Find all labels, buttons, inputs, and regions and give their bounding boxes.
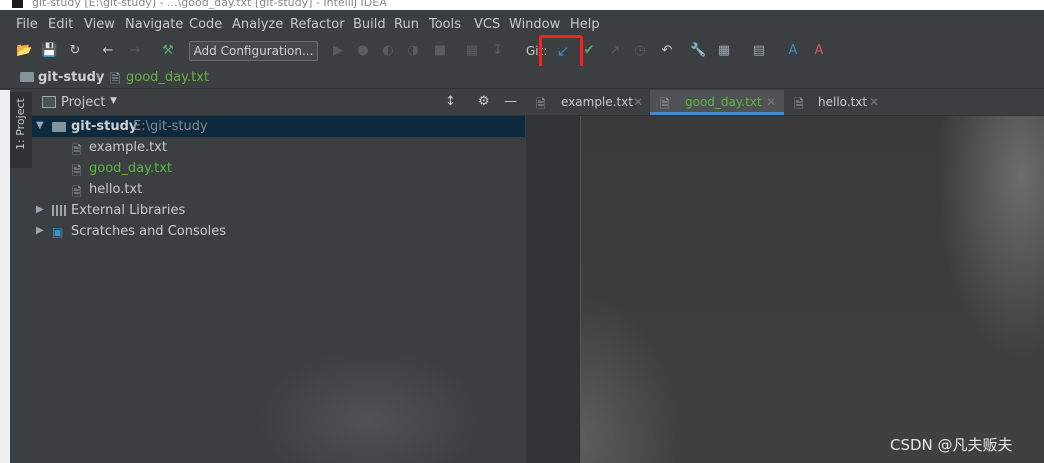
editor-tab-bar: 🗎 example.txt ✕ 🗎 good_day.txt ✕ 🗎 hello… — [526, 90, 1044, 116]
chevron-down-icon[interactable]: ▼ — [110, 96, 117, 106]
menu-tools[interactable]: Tools — [429, 17, 461, 32]
external-libraries-label: External Libraries — [71, 203, 186, 218]
close-icon[interactable]: ✕ — [766, 95, 776, 109]
main-toolbar: 📂 💾 ↻ ← → ⚒ Add Configuration... ▶ ● ◐ ◑… — [0, 35, 1044, 77]
coverage-icon[interactable]: ◐ — [380, 43, 396, 59]
gear-icon[interactable]: ⚙ — [478, 94, 490, 109]
menu-vcs[interactable]: VCS — [474, 17, 500, 32]
database-icon[interactable]: ▤ — [751, 43, 767, 59]
scratches-icon: ▣ — [52, 225, 64, 239]
breadcrumb-project[interactable]: git-study — [38, 70, 104, 85]
project-folder-icon — [20, 72, 34, 82]
editor-tab-label: hello.txt — [818, 95, 868, 109]
debug-icon[interactable]: ● — [355, 43, 371, 59]
sync-icon[interactable]: ↻ — [67, 43, 83, 59]
project-view-icon — [42, 96, 56, 108]
project-structure-icon[interactable]: ▦ — [464, 43, 480, 59]
project-structure-folder-icon[interactable]: ▦ — [716, 43, 732, 59]
tree-file-row[interactable]: 🗎 example.txt — [32, 137, 525, 158]
editor-tab-label: example.txt — [561, 95, 633, 109]
close-icon[interactable]: ✕ — [869, 95, 879, 109]
background-image-overlay — [250, 300, 510, 463]
chevron-right-icon[interactable]: ▶ — [36, 204, 44, 215]
menu-navigate[interactable]: Navigate — [125, 17, 183, 32]
editor-tab[interactable]: 🗎 hello.txt ✕ — [784, 90, 888, 115]
menu-analyze[interactable]: Analyze — [232, 17, 283, 32]
breadcrumb-file[interactable]: good_day.txt — [126, 70, 209, 85]
editor-tab[interactable]: 🗎 example.txt ✕ — [526, 90, 650, 115]
build-hammer-icon[interactable]: ⚒ — [160, 43, 176, 59]
intellij-app-icon — [12, 0, 23, 8]
navigation-breadcrumb: git-study › 🗎 good_day.txt — [0, 66, 1044, 89]
sdk-download-icon[interactable]: ↧ — [490, 43, 506, 59]
menu-help[interactable]: Help — [570, 17, 600, 32]
left-tool-strip: 1: Project — [10, 90, 33, 463]
module-folder-icon — [52, 122, 66, 132]
wrench-settings-icon[interactable]: 🔧 — [690, 43, 706, 59]
tree-root-row[interactable]: ▼ git-study E:\git-study — [32, 116, 525, 137]
tree-file-row[interactable]: 🗎 good_day.txt — [32, 158, 525, 179]
menu-run[interactable]: Run — [394, 17, 419, 32]
menu-refactor[interactable]: Refactor — [290, 17, 345, 32]
project-panel-title[interactable]: Project — [61, 95, 105, 110]
editor-tab-active[interactable]: 🗎 good_day.txt ✕ — [650, 90, 784, 115]
forward-arrow-icon[interactable]: → — [127, 43, 143, 59]
close-icon[interactable]: ✕ — [633, 95, 643, 109]
editor-area: 🗎 example.txt ✕ 🗎 good_day.txt ✕ 🗎 hello… — [526, 90, 1044, 463]
library-icon — [52, 205, 66, 216]
save-icon[interactable]: 💾 — [41, 43, 57, 59]
text-file-icon: 🗎 — [794, 97, 804, 111]
chevron-right-icon[interactable]: ▶ — [36, 225, 44, 236]
menu-window[interactable]: Window — [509, 17, 560, 32]
run-icon[interactable]: ▶ — [330, 43, 346, 59]
window-title-bar: git-study [E:\git-study] - ...\good_day.… — [0, 0, 1044, 10]
minimize-icon[interactable]: — — [504, 94, 517, 109]
translate-blue-icon[interactable]: A — [785, 43, 801, 59]
menu-code[interactable]: Code — [189, 17, 222, 32]
tree-file-label: example.txt — [89, 140, 167, 155]
tree-scratches-row[interactable]: ▶ ▣ Scratches and Consoles — [32, 221, 525, 242]
editor-gutter — [526, 116, 581, 463]
menu-bar: File Edit View Navigate Code Analyze Ref… — [0, 14, 1044, 36]
project-tool-tab-label: 1: Project — [14, 98, 27, 150]
text-file-icon: 🗎 — [110, 72, 121, 87]
open-folder-icon[interactable]: 📂 — [16, 43, 32, 59]
history-clock-icon[interactable]: ◷ — [632, 43, 648, 59]
tree-external-libraries-row[interactable]: ▶ External Libraries — [32, 200, 525, 221]
tree-file-row[interactable]: 🗎 hello.txt — [32, 179, 525, 200]
menu-edit[interactable]: Edit — [48, 17, 73, 32]
window-title: git-study [E:\git-study] - ...\good_day.… — [32, 0, 387, 9]
tree-root-name: git-study — [71, 119, 138, 134]
collapse-all-icon[interactable]: ↕ — [445, 94, 456, 109]
breadcrumb-separator: › — [96, 70, 102, 85]
menu-file[interactable]: File — [16, 17, 38, 32]
text-file-icon: 🗎 — [536, 97, 546, 111]
chevron-down-icon[interactable]: ▼ — [36, 120, 44, 131]
menu-build[interactable]: Build — [353, 17, 386, 32]
project-panel-header: Project ▼ ↕ ⚙ — — [32, 90, 525, 116]
scratches-label: Scratches and Consoles — [71, 224, 227, 239]
add-configuration-button[interactable]: Add Configuration... — [189, 41, 318, 61]
rollback-icon[interactable]: ↶ — [659, 43, 675, 59]
editor-text-area[interactable] — [581, 116, 1044, 463]
tree-root-path: E:\git-study — [133, 119, 208, 134]
menu-view[interactable]: View — [84, 17, 115, 32]
csdn-watermark: CSDN @凡夫贩夫 — [890, 436, 1013, 454]
window-edge — [0, 90, 10, 463]
editor-tab-label: good_day.txt — [685, 95, 762, 109]
text-file-icon: 🗎 — [660, 97, 670, 111]
back-arrow-icon[interactable]: ← — [100, 43, 116, 59]
check-icon[interactable]: ✔ — [581, 43, 597, 59]
profile-icon[interactable]: ◑ — [405, 43, 421, 59]
stop-icon[interactable]: ■ — [432, 43, 448, 59]
translate-red-icon[interactable]: A — [811, 43, 827, 59]
project-tool-tab[interactable]: 1: Project — [10, 92, 32, 168]
tree-file-label: hello.txt — [89, 182, 143, 197]
push-arrow-icon[interactable]: ↗ — [607, 43, 623, 59]
tree-file-label: good_day.txt — [89, 161, 172, 176]
